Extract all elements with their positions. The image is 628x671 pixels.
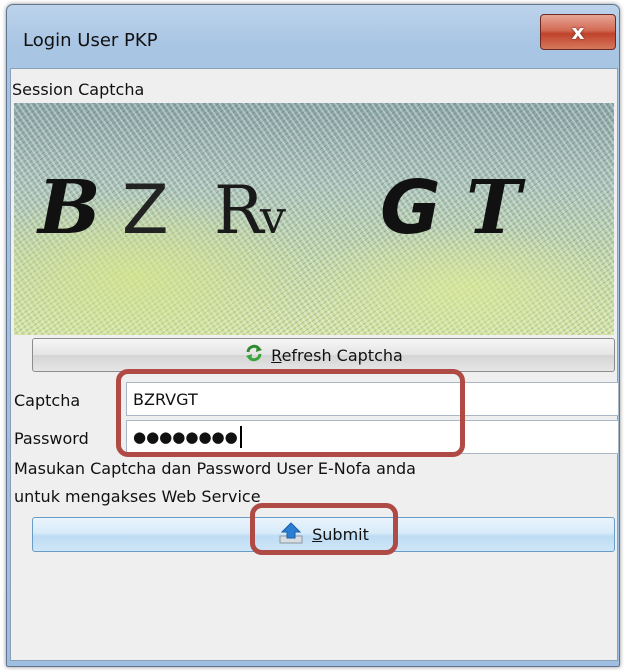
captcha-image: B Z R v G T	[14, 103, 614, 335]
captcha-char: B	[36, 165, 101, 251]
submit-label: Submit	[312, 525, 369, 544]
upload-arrow-icon	[278, 521, 306, 549]
text-caret	[239, 426, 242, 448]
captcha-label: Captcha	[14, 391, 81, 410]
close-button[interactable]: x	[540, 14, 616, 50]
password-mask: ●●●●●●●●	[133, 428, 238, 446]
submit-button[interactable]: Submit	[32, 517, 615, 552]
captcha-input[interactable]: BZRVGT	[126, 382, 619, 416]
captcha-char: G	[380, 165, 441, 251]
info-text-line2: untuk mengakses Web Service	[14, 487, 261, 506]
captcha-char: R	[214, 172, 266, 249]
window-title: Login User PKP	[23, 30, 158, 51]
close-icon: x	[571, 20, 585, 44]
password-label: Password	[14, 429, 89, 448]
captcha-char: v	[259, 190, 286, 244]
password-input[interactable]: ●●●●●●●●	[126, 420, 619, 454]
captcha-char: Z	[122, 171, 169, 250]
info-text-line1: Masukan Captcha dan Password User E-Nofa…	[14, 459, 416, 478]
refresh-captcha-button[interactable]: Refresh Captcha	[32, 338, 615, 372]
refresh-captcha-label: Refresh Captcha	[271, 345, 403, 365]
captcha-char: T	[466, 165, 526, 251]
session-captcha-label: Session Captcha	[12, 80, 145, 99]
refresh-arrows-icon	[244, 343, 264, 367]
